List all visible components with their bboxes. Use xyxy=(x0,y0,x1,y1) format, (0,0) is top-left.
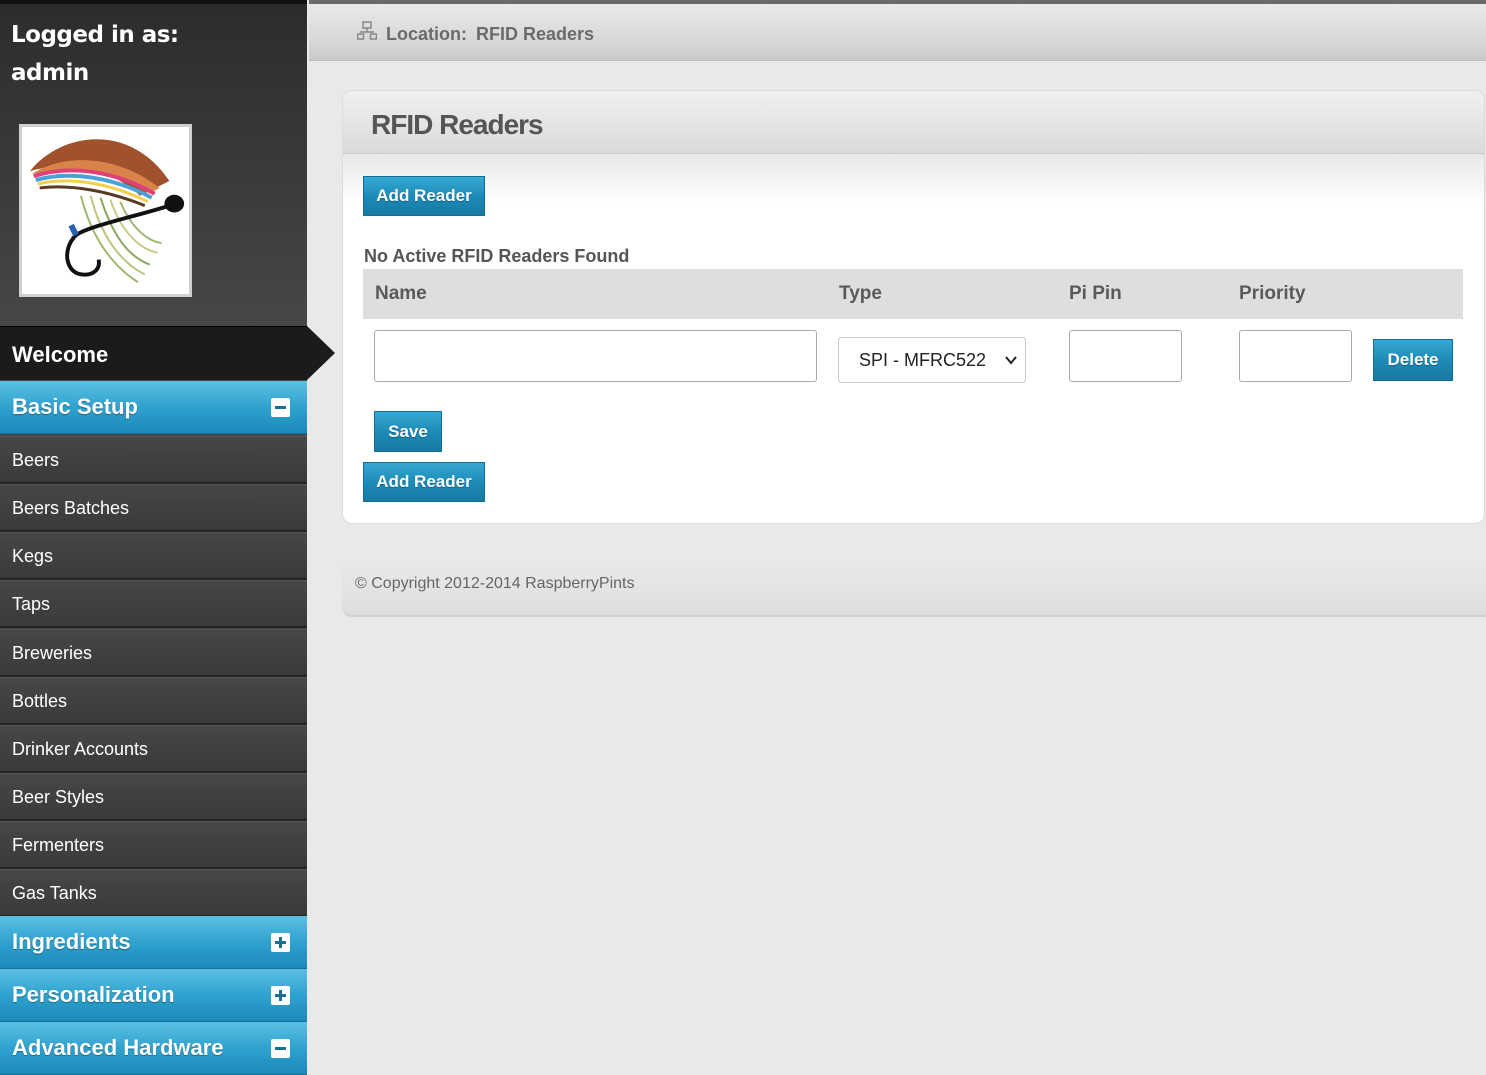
page-title: RFID Readers xyxy=(371,109,544,140)
section-basic-setup[interactable]: Basic Setup xyxy=(0,381,307,434)
location-bar: Location: RFID Readers xyxy=(309,4,1486,61)
section-label: Ingredients xyxy=(12,929,131,954)
section-label: Personalization xyxy=(12,982,175,1007)
column-header-priority: Priority xyxy=(1239,283,1306,304)
location-value: RFID Readers xyxy=(476,24,595,44)
logged-in-label: Logged in as: xyxy=(11,22,179,48)
rfid-readers-panel: RFID Readers Add Reader No Active RFID R… xyxy=(342,90,1485,524)
sidebar-item-kegs[interactable]: Kegs xyxy=(0,532,307,580)
collapse-icon[interactable] xyxy=(271,398,290,417)
pi-pin-input[interactable] xyxy=(1069,330,1182,382)
sidebar-item-breweries[interactable]: Breweries xyxy=(0,629,307,677)
fishing-fly-icon xyxy=(29,139,185,284)
delete-button[interactable]: Delete xyxy=(1373,339,1453,381)
avatar[interactable] xyxy=(19,124,192,297)
save-button[interactable]: Save xyxy=(374,411,442,452)
reader-name-input[interactable] xyxy=(374,330,817,382)
sidebar-item-drinker-accounts[interactable]: Drinker Accounts xyxy=(0,725,307,773)
username: admin xyxy=(11,60,89,86)
expand-icon[interactable] xyxy=(271,986,290,1005)
footer: © Copyright 2012-2014 RaspberryPints xyxy=(342,560,1486,617)
section-label: Basic Setup xyxy=(12,394,138,419)
add-reader-button[interactable]: Add Reader xyxy=(363,176,485,216)
column-header-pi-pin: Pi Pin xyxy=(1069,283,1122,304)
sidebar-item-gas-tanks[interactable]: Gas Tanks xyxy=(0,869,307,917)
sidebar-item-fermenters[interactable]: Fermenters xyxy=(0,821,307,869)
panel-header: RFID Readers xyxy=(343,91,1484,154)
nav-welcome[interactable]: Welcome xyxy=(0,326,307,380)
sidebar-item-beers-batches[interactable]: Beers Batches xyxy=(0,484,307,532)
sidebar-item-beer-styles[interactable]: Beer Styles xyxy=(0,773,307,821)
sitemap-icon xyxy=(357,21,377,40)
priority-input[interactable] xyxy=(1239,330,1352,382)
status-message: No Active RFID Readers Found xyxy=(364,246,630,266)
section-advanced-hardware[interactable]: Advanced Hardware xyxy=(0,1022,307,1075)
active-arrow xyxy=(307,326,335,380)
chevron-down-icon xyxy=(1005,356,1017,365)
sidebar-item-bottles[interactable]: Bottles xyxy=(0,677,307,725)
collapse-icon[interactable] xyxy=(271,1039,290,1058)
sidebar-item-beers[interactable]: Beers xyxy=(0,436,307,484)
table-header: Name Type Pi Pin Priority xyxy=(363,269,1463,319)
add-reader-button-bottom[interactable]: Add Reader xyxy=(363,462,485,502)
copyright-text: © Copyright 2012-2014 RaspberryPints xyxy=(355,575,635,592)
reader-type-select[interactable]: SPI - MFRC522 xyxy=(838,337,1026,383)
section-ingredients[interactable]: Ingredients xyxy=(0,916,307,969)
breadcrumb: Location: RFID Readers xyxy=(386,24,594,45)
panel-shadow xyxy=(343,154,1484,204)
sidebar-item-taps[interactable]: Taps xyxy=(0,580,307,628)
expand-icon[interactable] xyxy=(271,933,290,952)
section-label: Advanced Hardware xyxy=(12,1035,224,1060)
section-personalization[interactable]: Personalization xyxy=(0,969,307,1022)
column-header-type: Type xyxy=(839,283,882,304)
reader-type-value: SPI - MFRC522 xyxy=(859,350,987,370)
location-label: Location: xyxy=(386,24,467,44)
column-header-name: Name xyxy=(375,283,427,304)
